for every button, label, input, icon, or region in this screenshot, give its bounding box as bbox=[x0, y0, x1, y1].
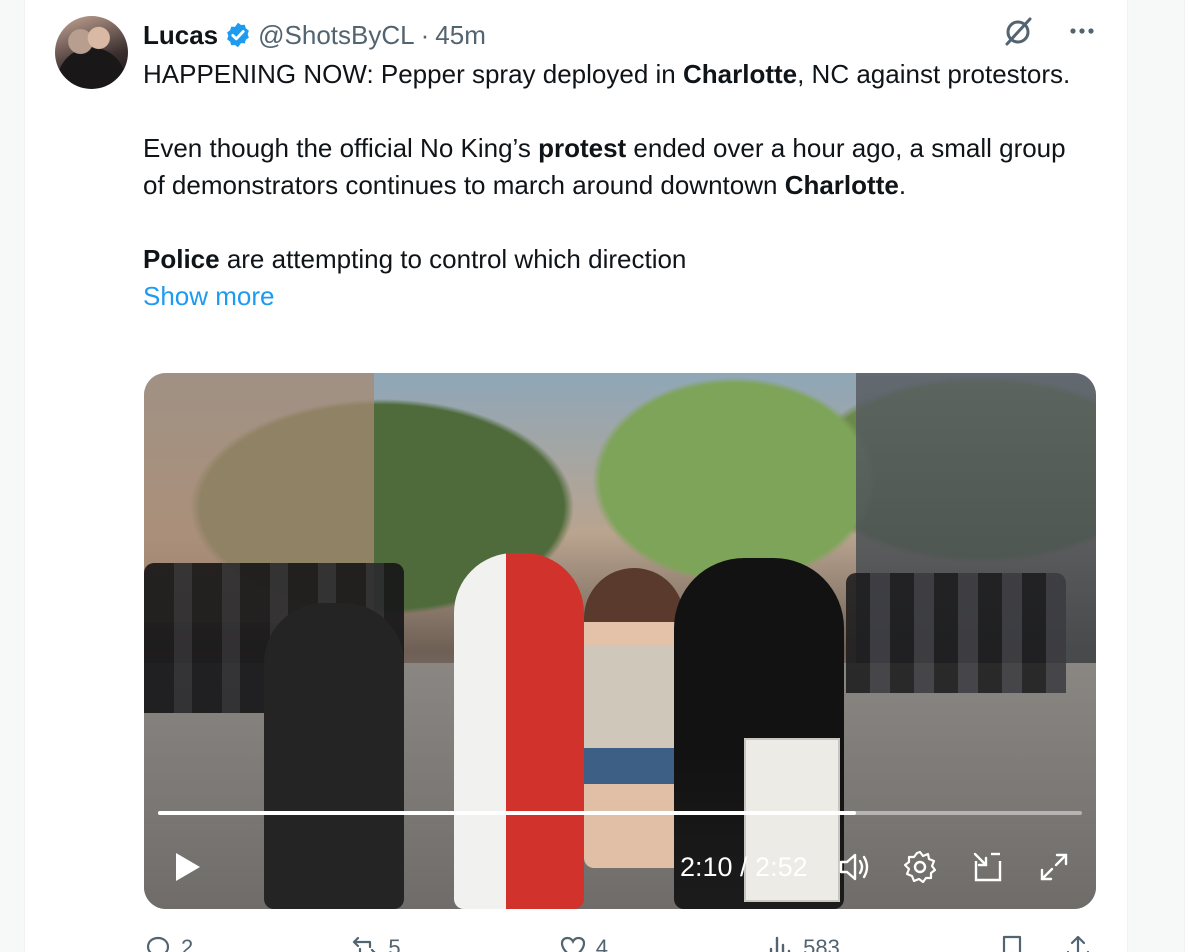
bold-text-run: Charlotte bbox=[682, 59, 798, 89]
tweet-card[interactable]: Lucas @ShotsByCL · 45m HAPPENING NOW: Pe… bbox=[24, 0, 1128, 952]
play-icon[interactable] bbox=[168, 849, 204, 885]
right-sidebar-edge bbox=[1184, 0, 1200, 952]
verified-badge-icon bbox=[224, 21, 252, 49]
more-options-icon[interactable] bbox=[1065, 14, 1099, 48]
text-run: are attempting to control which directio… bbox=[219, 244, 687, 274]
bold-text-run: protest bbox=[538, 133, 627, 163]
video-progress-fill bbox=[158, 811, 856, 815]
grok-icon[interactable] bbox=[1001, 14, 1035, 48]
bookmark-button[interactable] bbox=[997, 928, 1027, 952]
volume-icon[interactable] bbox=[836, 849, 872, 885]
heart-icon bbox=[560, 936, 585, 952]
share-icon bbox=[1066, 935, 1090, 952]
author-name[interactable]: Lucas bbox=[143, 20, 218, 51]
video-timecode: 2:10 / 2:52 bbox=[680, 852, 808, 882]
tweet-paragraph-3: Police are attempting to control which d… bbox=[143, 241, 1093, 278]
like-button[interactable]: 4 bbox=[558, 928, 608, 952]
tweet-top-actions bbox=[1001, 14, 1099, 48]
settings-icon[interactable] bbox=[902, 849, 938, 885]
text-run: Even though the official No King’s bbox=[143, 133, 539, 163]
view-count: 583 bbox=[803, 935, 840, 952]
fullscreen-icon[interactable] bbox=[1036, 849, 1072, 885]
reply-count: 2 bbox=[181, 935, 194, 952]
pip-icon[interactable] bbox=[970, 849, 1006, 885]
separator-dot: · bbox=[420, 19, 430, 50]
text-run: HAPPENING NOW: Pepper spray deployed in bbox=[143, 59, 683, 89]
video-progress-bar[interactable] bbox=[158, 811, 1082, 815]
video-controls: 2:10 / 2:52 bbox=[144, 843, 1096, 891]
views-icon bbox=[769, 936, 791, 952]
views-button[interactable]: 583 bbox=[765, 928, 840, 952]
reply-icon bbox=[146, 936, 170, 952]
timestamp[interactable]: 45m bbox=[435, 20, 486, 51]
tweet-action-bar: 2 5 4 583 bbox=[143, 928, 1093, 952]
video-frame-person bbox=[584, 568, 684, 868]
tweet-text: HAPPENING NOW: Pepper spray deployed in … bbox=[143, 56, 1093, 315]
bookmark-icon bbox=[1002, 935, 1022, 952]
tweet-paragraph-2: Even though the official No King’s prote… bbox=[143, 130, 1093, 204]
tweet-secondary-actions bbox=[997, 928, 1093, 952]
repost-count: 5 bbox=[388, 935, 401, 952]
reply-button[interactable]: 2 bbox=[143, 928, 193, 952]
show-more-link[interactable]: Show more bbox=[143, 278, 1093, 315]
text-run: . bbox=[898, 170, 907, 200]
avatar[interactable] bbox=[55, 16, 128, 89]
tweet-header: Lucas @ShotsByCL · 45m bbox=[143, 18, 486, 52]
author-handle[interactable]: @ShotsByCL bbox=[258, 20, 414, 51]
share-button[interactable] bbox=[1063, 928, 1093, 952]
tweet-paragraph-1: HAPPENING NOW: Pepper spray deployed in … bbox=[143, 56, 1093, 93]
like-count: 4 bbox=[595, 935, 608, 952]
bold-text-run: Charlotte bbox=[784, 170, 899, 200]
repost-button[interactable]: 5 bbox=[350, 928, 401, 952]
bold-text-run: Police bbox=[143, 244, 220, 274]
repost-icon bbox=[353, 936, 376, 952]
video-player[interactable]: 2:10 / 2:52 bbox=[144, 373, 1096, 909]
video-frame-police-line bbox=[846, 573, 1066, 693]
text-run: , NC against protestors. bbox=[797, 59, 1071, 89]
